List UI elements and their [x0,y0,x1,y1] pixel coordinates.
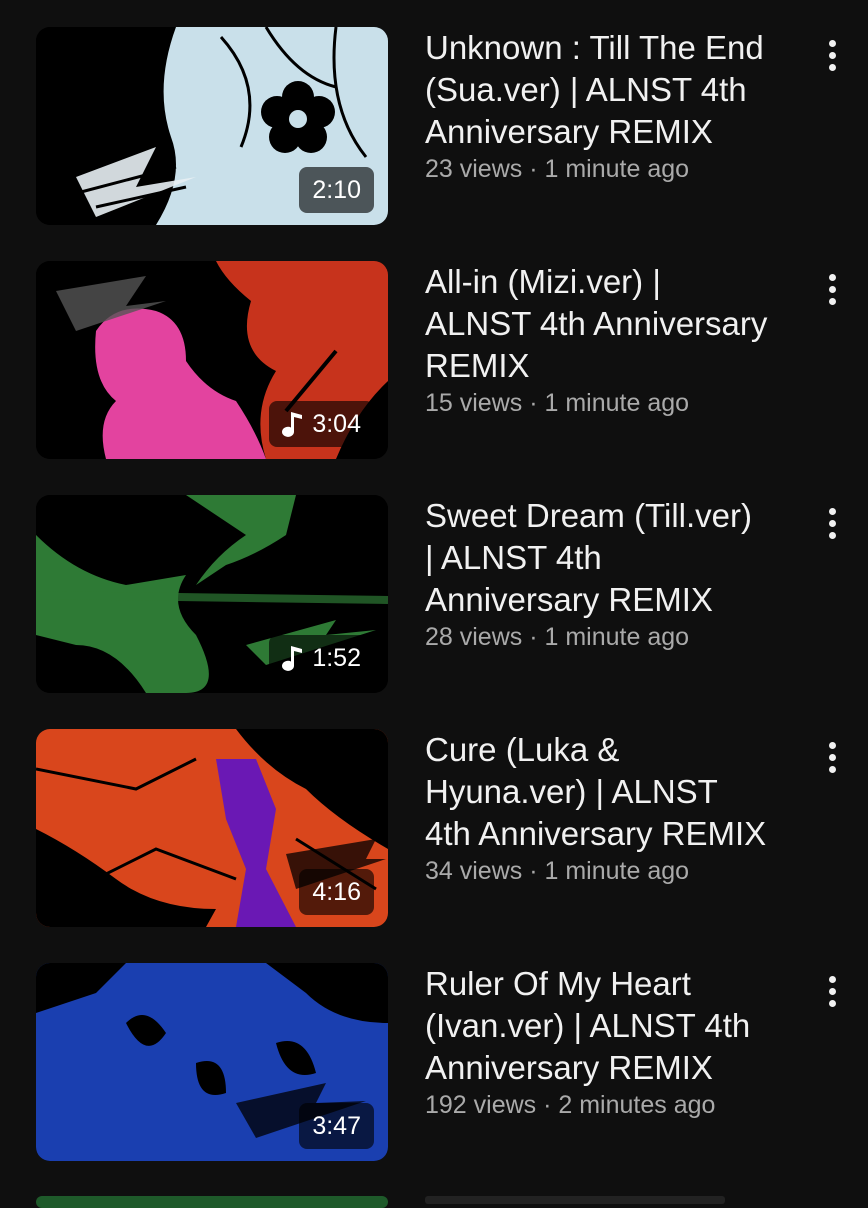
duration-badge: 3:47 [299,1103,374,1149]
video-meta: 28 views · 1 minute ago [425,623,690,651]
video-info[interactable]: All-in (Mizi.ver) | ALNST 4th Anniversar… [425,261,805,419]
video-info[interactable]: Sweet Dream (Till.ver) | ALNST 4th Anniv… [425,495,805,653]
video-title[interactable]: Ruler Of My Heart (Ivan.ver) | ALNST 4th… [425,963,805,1089]
duration-badge: 1:52 [269,635,374,681]
more-vertical-icon[interactable] [812,33,852,77]
duration-badge: 3:04 [269,401,374,447]
duration-text: 3:47 [312,1112,361,1140]
duration-text: 3:04 [312,410,361,438]
music-note-icon [282,410,304,438]
duration-text: 2:10 [312,176,361,204]
video-item[interactable]: 4:16 Cure (Luka & Hyuna.ver) | ALNST 4th… [0,729,868,929]
next-video-title-peek [425,1196,725,1204]
duration-badge: 2:10 [299,167,374,213]
video-thumbnail[interactable]: 4:16 [36,729,388,927]
video-thumbnail[interactable]: 2:10 [36,27,388,225]
video-info[interactable]: Cure (Luka & Hyuna.ver) | ALNST 4th Anni… [425,729,805,887]
more-vertical-icon[interactable] [812,969,852,1013]
duration-text: 1:52 [312,644,361,672]
video-title[interactable]: All-in (Mizi.ver) | ALNST 4th Anniversar… [425,261,805,387]
video-title[interactable]: Unknown : Till The End (Sua.ver) | ALNST… [425,27,805,153]
video-meta: 192 views · 2 minutes ago [425,1091,716,1119]
video-list: 2:10 Unknown : Till The End (Sua.ver) | … [0,0,868,1208]
video-item[interactable]: 2:10 Unknown : Till The End (Sua.ver) | … [0,27,868,227]
video-thumbnail[interactable]: 3:47 [36,963,388,1161]
duration-badge: 4:16 [299,869,374,915]
video-item[interactable]: 3:04 All-in (Mizi.ver) | ALNST 4th Anniv… [0,261,868,461]
video-meta: 23 views · 1 minute ago [425,155,690,183]
video-title[interactable]: Cure (Luka & Hyuna.ver) | ALNST 4th Anni… [425,729,805,855]
duration-text: 4:16 [312,878,361,906]
video-item[interactable]: 3:47 Ruler Of My Heart (Ivan.ver) | ALNS… [0,963,868,1163]
video-meta: 34 views · 1 minute ago [425,857,690,885]
next-video-thumbnail-peek [36,1196,388,1208]
more-vertical-icon[interactable] [812,735,852,779]
video-title[interactable]: Sweet Dream (Till.ver) | ALNST 4th Anniv… [425,495,805,621]
video-meta: 15 views · 1 minute ago [425,389,690,417]
video-thumbnail[interactable]: 3:04 [36,261,388,459]
video-info[interactable]: Unknown : Till The End (Sua.ver) | ALNST… [425,27,805,185]
video-thumbnail[interactable]: 1:52 [36,495,388,693]
more-vertical-icon[interactable] [812,267,852,311]
more-vertical-icon[interactable] [812,501,852,545]
video-info[interactable]: Ruler Of My Heart (Ivan.ver) | ALNST 4th… [425,963,805,1121]
video-item[interactable]: 1:52 Sweet Dream (Till.ver) | ALNST 4th … [0,495,868,695]
music-note-icon [282,644,304,672]
